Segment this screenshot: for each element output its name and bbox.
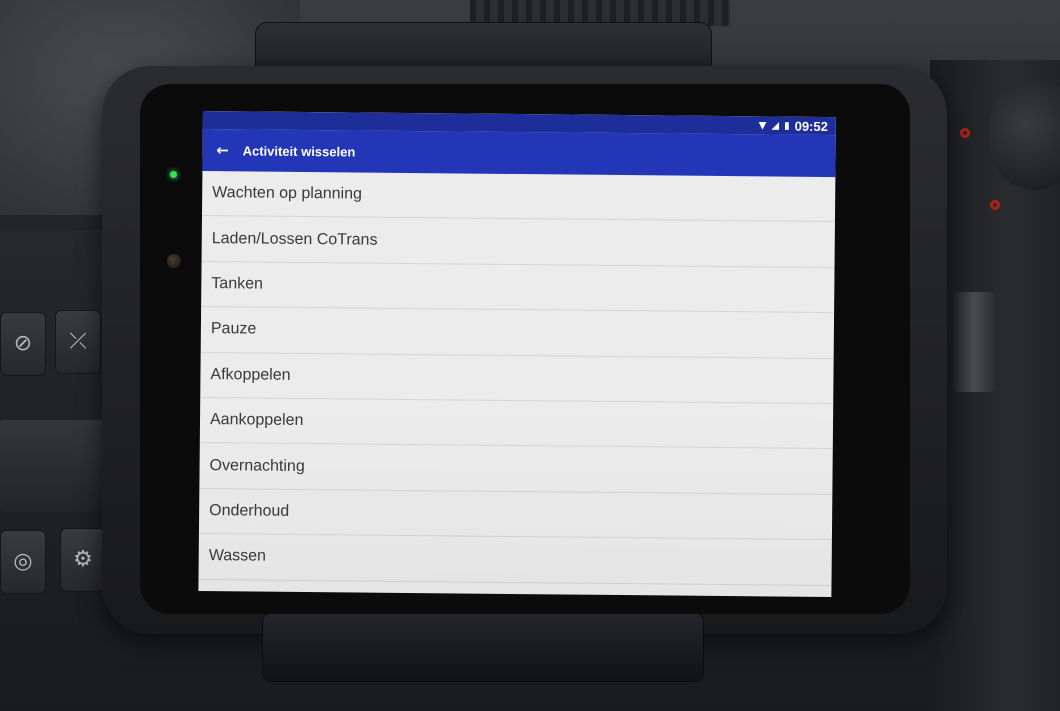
cruise-control-button: ◎ xyxy=(0,530,46,594)
indicator-light-icon xyxy=(990,200,1000,210)
list-item[interactable]: Tanken xyxy=(201,261,835,314)
list-item-label: Aankoppelen xyxy=(209,411,304,430)
tablet-screen: ▼ ◢ ▮ 09:52 ← Activiteit wisselen Wachte… xyxy=(198,111,836,598)
list-item-label: Pauze xyxy=(210,320,257,338)
list-item[interactable]: Laden/Lossen CoTrans xyxy=(201,216,835,268)
list-item[interactable]: Aankoppelen xyxy=(199,397,834,450)
list-item-label: Laden/Lossen CoTrans xyxy=(211,229,378,249)
list-item[interactable]: Afkoppelen xyxy=(200,352,834,405)
app-bar: ← Activiteit wisselen xyxy=(202,128,836,178)
list-item-label: Wachten op planning xyxy=(212,184,363,203)
indicator-light-icon xyxy=(960,128,970,138)
traction-control-button: ⊘ xyxy=(0,312,46,376)
activity-list: Wachten op planning Laden/Lossen CoTrans… xyxy=(198,170,836,586)
list-item[interactable]: Wachten op planning xyxy=(201,170,836,223)
list-item-label: Overnachting xyxy=(209,456,305,475)
list-item[interactable]: Overnachting xyxy=(199,443,833,495)
signal-icon: ◢ xyxy=(771,119,780,132)
front-camera xyxy=(167,254,181,268)
list-item-label: Wassen xyxy=(208,547,267,565)
page-title: Activiteit wisselen xyxy=(242,142,356,159)
driver-assist-button: ⚙ xyxy=(60,528,106,592)
holder-side-clip xyxy=(952,292,996,392)
list-item-label: Afkoppelen xyxy=(210,365,291,384)
lane-assist-off-button: ⤫ xyxy=(55,310,101,374)
battery-icon: ▮ xyxy=(784,120,790,132)
wifi-icon: ▼ xyxy=(758,119,767,131)
list-item[interactable]: Wassen xyxy=(198,534,832,586)
status-time: 09:52 xyxy=(794,118,828,134)
list-item-label: Tanken xyxy=(211,275,264,293)
list-item[interactable]: Pauze xyxy=(200,307,835,359)
arrow-left-icon[interactable]: ← xyxy=(203,141,243,159)
holder-bottom-clamp xyxy=(262,612,704,682)
list-item[interactable]: Onderhoud xyxy=(198,488,833,541)
status-led xyxy=(170,171,177,178)
dashboard-knob xyxy=(990,80,1060,190)
list-item-label: Onderhoud xyxy=(209,501,290,520)
